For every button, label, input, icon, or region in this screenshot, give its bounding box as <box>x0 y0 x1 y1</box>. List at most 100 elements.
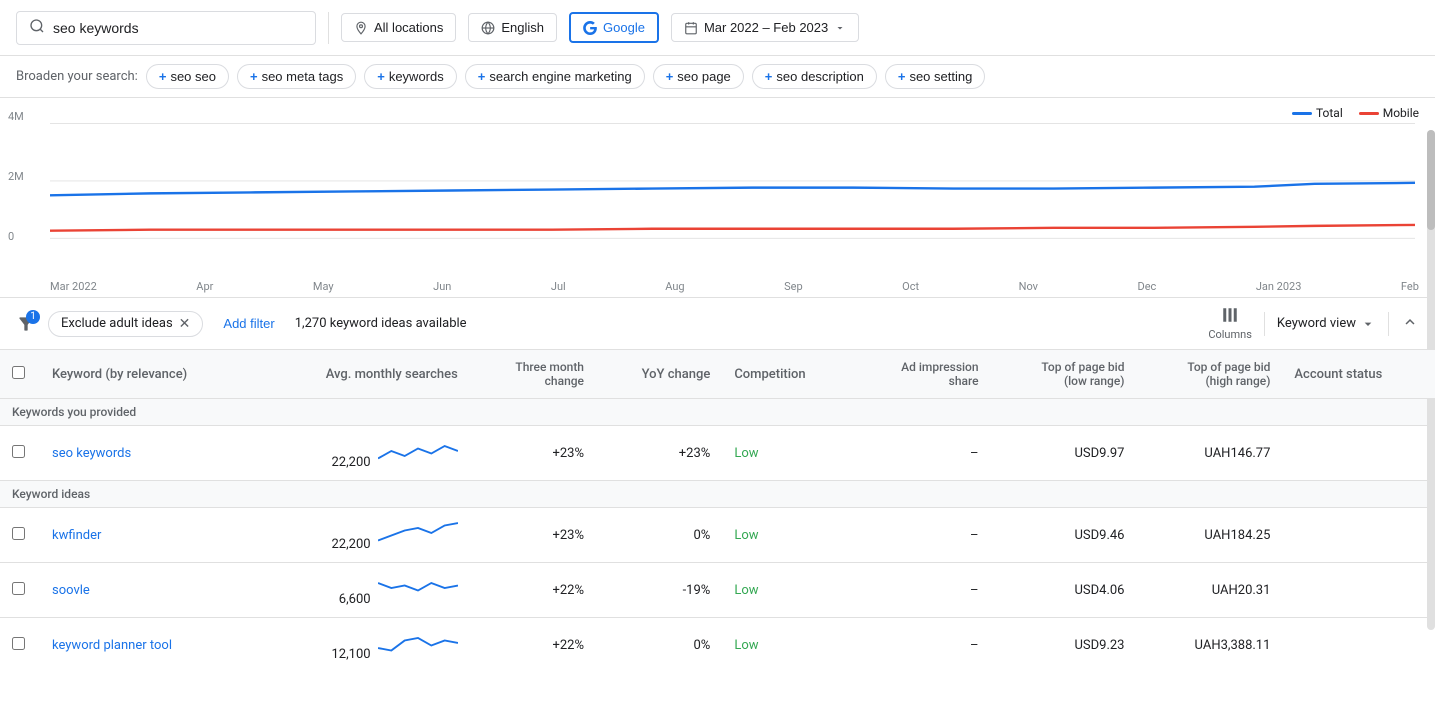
chart-svg <box>50 114 1415 267</box>
search-input[interactable]: seo keywords <box>53 20 303 36</box>
legend-total-dot <box>1292 112 1312 115</box>
top-bar: seo keywords All locations English Googl… <box>0 0 1435 56</box>
row-competition: Low <box>722 563 852 618</box>
search-icon <box>29 18 45 38</box>
add-filter-button[interactable]: Add filter <box>215 312 282 335</box>
row-competition: Low <box>722 618 852 671</box>
th-avg-monthly[interactable]: Avg. monthly searches <box>257 350 470 399</box>
th-account-status[interactable]: Account status <box>1282 350 1435 399</box>
engine-button[interactable]: Google <box>569 12 659 43</box>
row-three-month: +22% <box>470 618 596 671</box>
collapse-button[interactable] <box>1401 313 1419 335</box>
th-three-month[interactable]: Three month change <box>470 350 596 399</box>
table-row: seo keywords 22,200 +23% +23% Low – USD9… <box>0 426 1435 481</box>
row-account-status <box>1282 563 1435 618</box>
row-keyword: keyword planner tool <box>40 618 257 671</box>
search-box[interactable]: seo keywords <box>16 11 316 45</box>
date-range-button[interactable]: Mar 2022 – Feb 2023 <box>671 13 859 42</box>
filter-icon-button[interactable]: 1 <box>16 314 36 334</box>
keyword-view-label: Keyword view <box>1277 316 1356 331</box>
x-labels: Mar 2022 Apr May Jun Jul Aug Sep Oct Nov… <box>50 280 1419 293</box>
row-top-bid-high: UAH20.31 <box>1136 563 1282 618</box>
chip-seo-seo[interactable]: + seo seo <box>146 64 229 89</box>
row-checkbox[interactable] <box>12 582 25 595</box>
table-header-row: Keyword (by relevance) Avg. monthly sear… <box>0 350 1435 399</box>
row-competition: Low <box>722 426 852 481</box>
exclude-adult-close[interactable]: ✕ <box>179 316 191 332</box>
row-account-status <box>1282 426 1435 481</box>
row-keyword: kwfinder <box>40 508 257 563</box>
row-ad-impression: – <box>852 618 990 671</box>
date-range-label: Mar 2022 – Feb 2023 <box>704 20 828 35</box>
chip-seo-page[interactable]: + seo page <box>653 64 744 89</box>
keyword-link[interactable]: keyword planner tool <box>52 638 172 653</box>
y-label-4m: 4M <box>8 110 24 123</box>
legend-total: Total <box>1292 106 1343 120</box>
legend-total-label: Total <box>1316 106 1343 120</box>
row-three-month: +22% <box>470 563 596 618</box>
th-ad-impression[interactable]: Ad impression share <box>852 350 990 399</box>
chip-keywords[interactable]: + keywords <box>364 64 457 89</box>
row-checkbox-cell[interactable] <box>0 618 40 671</box>
row-top-bid-high: UAH184.25 <box>1136 508 1282 563</box>
row-keyword: soovle <box>40 563 257 618</box>
chip-seo-setting[interactable]: + seo setting <box>885 64 985 89</box>
suggestions-bar: Broaden your search: + seo seo + seo met… <box>0 56 1435 98</box>
location-button[interactable]: All locations <box>341 13 456 42</box>
chip-search-engine-marketing[interactable]: + search engine marketing <box>465 64 645 89</box>
keyword-link[interactable]: soovle <box>52 583 90 598</box>
row-checkbox-cell[interactable] <box>0 426 40 481</box>
row-ad-impression: – <box>852 426 990 481</box>
language-label: English <box>501 20 544 35</box>
chip-seo-description[interactable]: + seo description <box>752 64 877 89</box>
row-checkbox[interactable] <box>12 637 25 650</box>
columns-button[interactable]: Columns <box>1208 306 1252 341</box>
row-top-bid-low: USD9.46 <box>991 508 1137 563</box>
th-top-bid-low[interactable]: Top of page bid (low range) <box>991 350 1137 399</box>
row-yoy: 0% <box>596 618 722 671</box>
row-checkbox[interactable] <box>12 445 25 458</box>
row-top-bid-high: UAH3,388.11 <box>1136 618 1282 671</box>
row-avg-monthly: 22,200 <box>257 426 470 481</box>
keywords-table: Keyword (by relevance) Avg. monthly sear… <box>0 350 1435 670</box>
th-yoy[interactable]: YoY change <box>596 350 722 399</box>
row-account-status <box>1282 508 1435 563</box>
keyword-link[interactable]: kwfinder <box>52 528 101 543</box>
suggestions-label: Broaden your search: <box>16 69 138 84</box>
row-checkbox[interactable] <box>12 527 25 540</box>
language-button[interactable]: English <box>468 13 557 42</box>
keyword-link[interactable]: seo keywords <box>52 446 131 461</box>
row-checkbox-cell[interactable] <box>0 563 40 618</box>
row-checkbox-cell[interactable] <box>0 508 40 563</box>
row-account-status <box>1282 618 1435 671</box>
th-keyword[interactable]: Keyword (by relevance) <box>40 350 257 399</box>
select-all-checkbox[interactable] <box>12 366 25 379</box>
row-top-bid-low: USD9.97 <box>991 426 1137 481</box>
table-row: kwfinder 22,200 +23% 0% Low – USD9.46 UA… <box>0 508 1435 563</box>
exclude-adult-label: Exclude adult ideas <box>61 316 173 331</box>
exclude-adult-chip[interactable]: Exclude adult ideas ✕ <box>48 311 203 337</box>
legend-mobile-dot <box>1359 112 1379 115</box>
row-three-month: +23% <box>470 508 596 563</box>
keyword-view-button[interactable]: Keyword view <box>1277 316 1376 332</box>
location-label: All locations <box>374 20 443 35</box>
row-top-bid-low: USD4.06 <box>991 563 1137 618</box>
scrollbar-thumb[interactable] <box>1427 130 1435 230</box>
row-three-month: +23% <box>470 426 596 481</box>
section-header: Keywords you provided <box>0 399 1435 426</box>
table-row: soovle 6,600 +22% -19% Low – USD4.06 UAH… <box>0 563 1435 618</box>
chip-seo-meta-tags[interactable]: + seo meta tags <box>237 64 356 89</box>
table-body: Keywords you provided seo keywords 22,20… <box>0 399 1435 671</box>
row-avg-monthly: 12,100 <box>257 618 470 671</box>
y-label-2m: 2M <box>8 170 24 183</box>
filter-bar-right: Columns Keyword view <box>1208 306 1419 341</box>
row-yoy: +23% <box>596 426 722 481</box>
section-header: Keyword ideas <box>0 481 1435 508</box>
keywords-table-container: Keyword (by relevance) Avg. monthly sear… <box>0 350 1435 670</box>
th-select-all[interactable] <box>0 350 40 399</box>
th-top-bid-high[interactable]: Top of page bid (high range) <box>1136 350 1282 399</box>
legend-mobile-label: Mobile <box>1383 106 1419 120</box>
th-competition[interactable]: Competition <box>722 350 852 399</box>
row-top-bid-low: USD9.23 <box>991 618 1137 671</box>
separator <box>328 12 329 44</box>
